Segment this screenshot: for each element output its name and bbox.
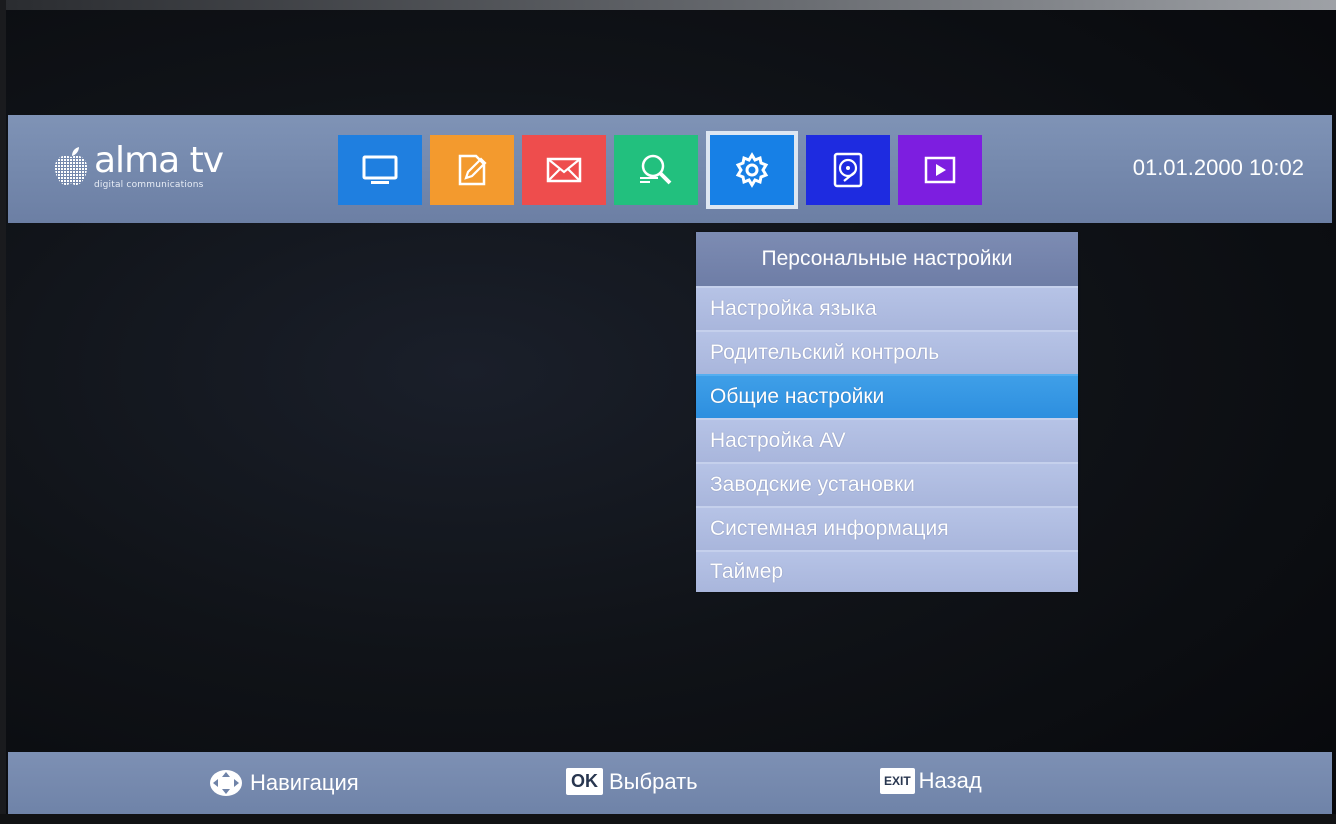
tile-tv[interactable] [338, 135, 422, 205]
logo: alma tv digital communications [52, 140, 224, 190]
hard-drive-icon [833, 152, 863, 188]
tile-storage[interactable] [806, 135, 890, 205]
tv-icon [362, 155, 398, 184]
menu-item-general-settings[interactable]: Общие настройки [696, 374, 1078, 418]
main-menu-tiles [338, 131, 990, 209]
gear-icon [735, 152, 769, 188]
logo-subtitle: digital communications [94, 180, 204, 190]
personal-settings-menu: Персональные настройки Настройка языка Р… [696, 232, 1078, 592]
header-bar: alma tv digital communications 01.01.200… [8, 115, 1332, 223]
exit-badge: EXIT [880, 768, 915, 794]
ok-badge: OK [566, 768, 603, 795]
select-label: Выбрать [609, 768, 698, 794]
menu-item-language[interactable]: Настройка языка [696, 286, 1078, 330]
menu-item-system-info[interactable]: Системная информация [696, 506, 1078, 550]
footer-bar: Навигация OK Выбрать EXIT Назад [8, 752, 1332, 814]
tile-edit[interactable] [430, 135, 514, 205]
hint-navigation: Навигация [208, 768, 359, 798]
back-label: Назад [918, 768, 982, 793]
play-icon [924, 156, 956, 184]
tile-mail[interactable] [522, 135, 606, 205]
navigation-arrows-icon [210, 770, 242, 796]
menu-title: Персональные настройки [696, 232, 1078, 286]
search-icon [640, 154, 672, 185]
tile-search[interactable] [614, 135, 698, 205]
datetime: 01.01.2000 10:02 [1132, 155, 1304, 180]
menu-item-timer[interactable]: Таймер [696, 550, 1078, 592]
logo-name: alma tv [94, 140, 224, 181]
top-bezel [0, 0, 1336, 10]
hint-back: EXIT Назад [880, 768, 982, 794]
left-bezel [0, 0, 6, 824]
hint-select: OK Выбрать [566, 768, 698, 795]
bottom-bezel [0, 814, 1336, 824]
tile-settings[interactable] [706, 131, 798, 209]
navigation-label: Навигация [250, 770, 359, 795]
mail-icon [546, 157, 582, 183]
tv-screen: alma tv digital communications 01.01.200… [0, 0, 1336, 824]
menu-item-av-settings[interactable]: Настройка AV [696, 418, 1078, 462]
edit-icon [458, 154, 487, 186]
menu-item-parental-control[interactable]: Родительский контроль [696, 330, 1078, 374]
apple-logo-icon [52, 146, 90, 187]
tile-media[interactable] [898, 135, 982, 205]
menu-item-factory-reset[interactable]: Заводские установки [696, 462, 1078, 506]
